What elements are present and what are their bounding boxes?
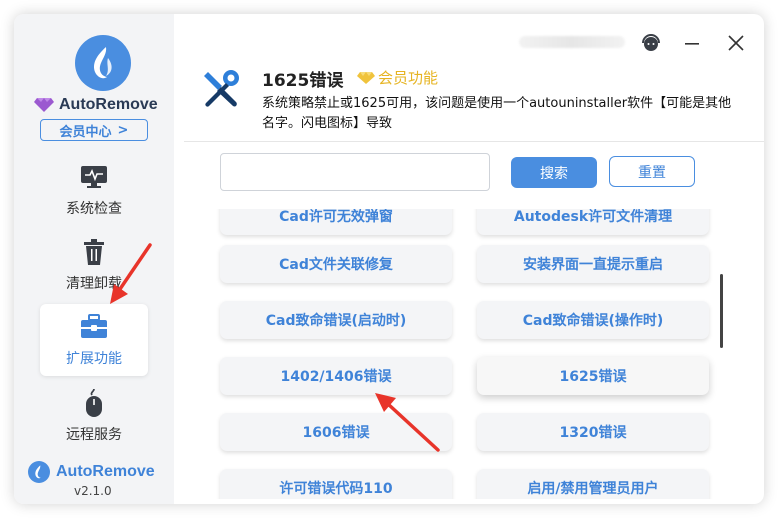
search-input[interactable]: [220, 153, 490, 191]
list-item[interactable]: Cad许可无效弹窗: [220, 209, 452, 235]
list-item-selected[interactable]: 1625错误: [477, 357, 709, 395]
sidebar-item-label: 系统检查: [66, 201, 122, 217]
member-center-label: 会员中心: [59, 124, 112, 140]
list-item[interactable]: Cad文件关联修复: [220, 245, 452, 283]
monitor-icon: [79, 162, 109, 192]
vip-badge: 会员功能: [357, 67, 438, 88]
vip-gem-icon: [34, 98, 54, 112]
list-item[interactable]: Cad致命错误(操作时): [477, 301, 709, 339]
reset-button[interactable]: 重置: [609, 156, 695, 187]
list-item[interactable]: 启用/禁用管理员用户: [477, 469, 709, 499]
toolbox-icon: [79, 312, 109, 342]
app-logo: [75, 35, 131, 91]
annotation-arrow-icon: [110, 243, 152, 304]
list-item[interactable]: 安装界面一直提示重启: [477, 245, 709, 283]
mouse-icon: [83, 388, 105, 418]
list-item[interactable]: 1320错误: [477, 413, 709, 451]
vip-label: 会员功能: [378, 69, 439, 87]
error-list: Cad许可无效弹窗 Autodesk许可文件清理 Cad文件关联修复 安装界面一…: [184, 209, 754, 499]
divider: [184, 141, 764, 142]
sidebar-item-remote-service[interactable]: 远程服务: [40, 380, 148, 452]
brand-row: AutoRemove: [34, 94, 174, 116]
vip-diamond-icon: [357, 71, 375, 84]
list-item[interactable]: 许可错误代码110: [220, 469, 452, 499]
support-headset-icon[interactable]: [638, 30, 664, 56]
bottom-brand-name: AutoRemove: [56, 463, 155, 480]
version-label: v2.1.0: [74, 484, 112, 498]
list-item[interactable]: Cad致命错误(启动时): [220, 301, 452, 339]
sidebar-item-extensions[interactable]: 扩展功能: [40, 304, 148, 376]
flame-logo-icon: [94, 47, 112, 79]
annotation-arrow-icon: [375, 393, 440, 452]
tools-icon: [198, 68, 242, 112]
chevron-right-icon: >: [117, 122, 129, 138]
detail-title: 1625错误: [262, 71, 344, 91]
brand-name: AutoRemove: [59, 96, 158, 113]
detail-description: 系统策略禁止或1625可用，该问题是使用一个autouninstaller软件【…: [262, 96, 732, 131]
member-center-button[interactable]: 会员中心 >: [40, 119, 148, 141]
redacted-user-info: [519, 36, 625, 48]
sidebar-item-system-check[interactable]: 系统检查: [40, 154, 148, 226]
search-button[interactable]: 搜索: [511, 157, 597, 188]
list-item[interactable]: Autodesk许可文件清理: [477, 209, 709, 235]
bottom-brand: AutoRemove: [28, 460, 168, 484]
close-icon[interactable]: [723, 30, 749, 56]
minimize-icon[interactable]: [679, 30, 705, 56]
sidebar-item-label: 远程服务: [66, 427, 122, 443]
list-scrollbar[interactable]: [720, 274, 723, 348]
sidebar-item-label: 扩展功能: [66, 351, 122, 367]
flame-logo-icon: [28, 461, 50, 483]
